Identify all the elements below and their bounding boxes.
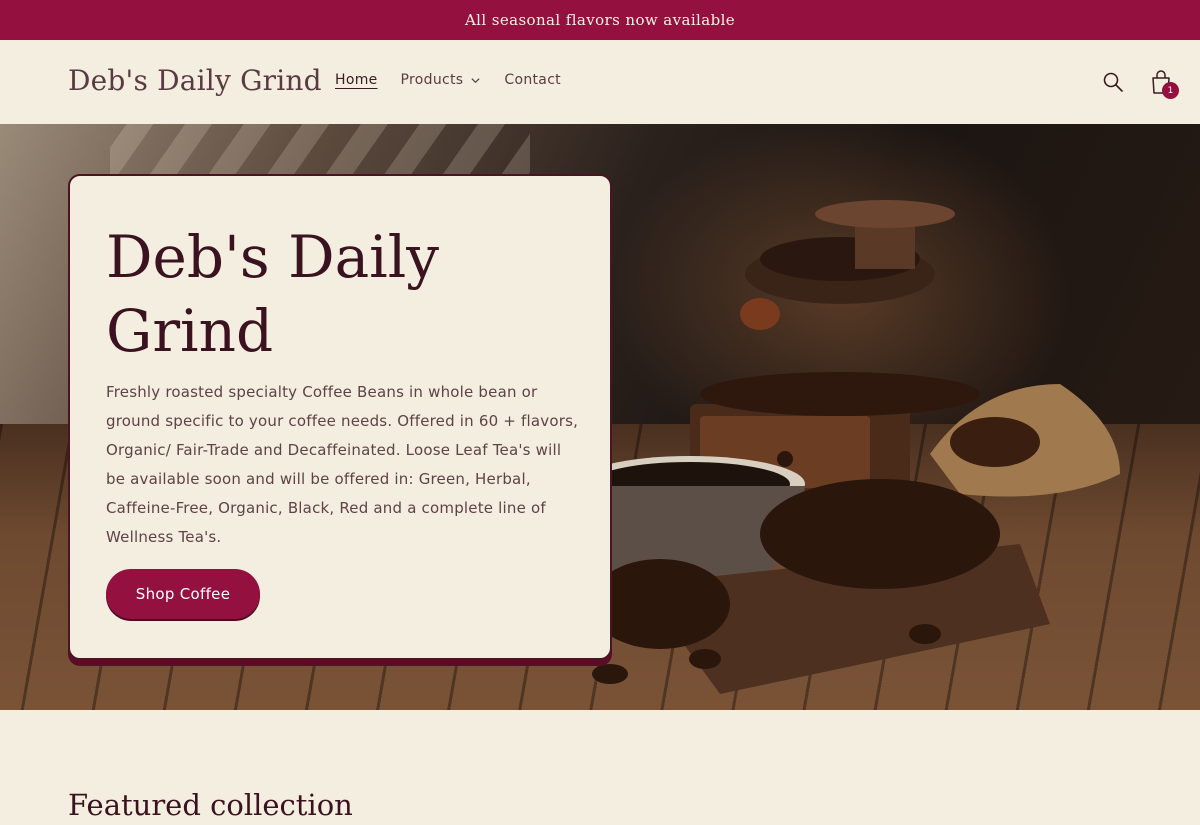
nav-item-home[interactable]: Home [335, 72, 378, 88]
search-button[interactable] [1100, 67, 1126, 97]
site-logo[interactable]: Deb's Daily Grind [68, 64, 322, 97]
nav-item-label: Products [400, 72, 464, 88]
hero-banner: Deb's Daily Grind Freshly roasted specia… [0, 124, 1200, 710]
announcement-text: All seasonal flavors now available [464, 11, 736, 29]
header-icons: 1 [1100, 67, 1179, 99]
shop-coffee-button[interactable]: Shop Coffee [106, 569, 260, 619]
nav-item-contact[interactable]: Contact [504, 72, 561, 88]
cart-button[interactable]: 1 [1148, 67, 1179, 99]
hero-title: Deb's Daily Grind [106, 223, 440, 365]
cart-count-badge: 1 [1162, 82, 1179, 99]
nav-item-label: Contact [504, 72, 561, 88]
main-nav: Home Products Contact [335, 72, 561, 88]
search-icon [1103, 72, 1123, 92]
nav-item-products[interactable]: Products [401, 72, 482, 88]
site-header: Deb's Daily Grind Home Products Contact [0, 40, 1200, 124]
hero-content-card: Deb's Daily Grind Freshly roasted specia… [68, 174, 612, 660]
hero-description: Freshly roasted specialty Coffee Beans i… [106, 383, 579, 546]
announcement-bar: All seasonal flavors now available [0, 0, 1200, 40]
chevron-down-icon [471, 77, 480, 83]
featured-collection-heading: Featured collection [68, 788, 353, 822]
nav-item-label: Home [335, 72, 378, 88]
